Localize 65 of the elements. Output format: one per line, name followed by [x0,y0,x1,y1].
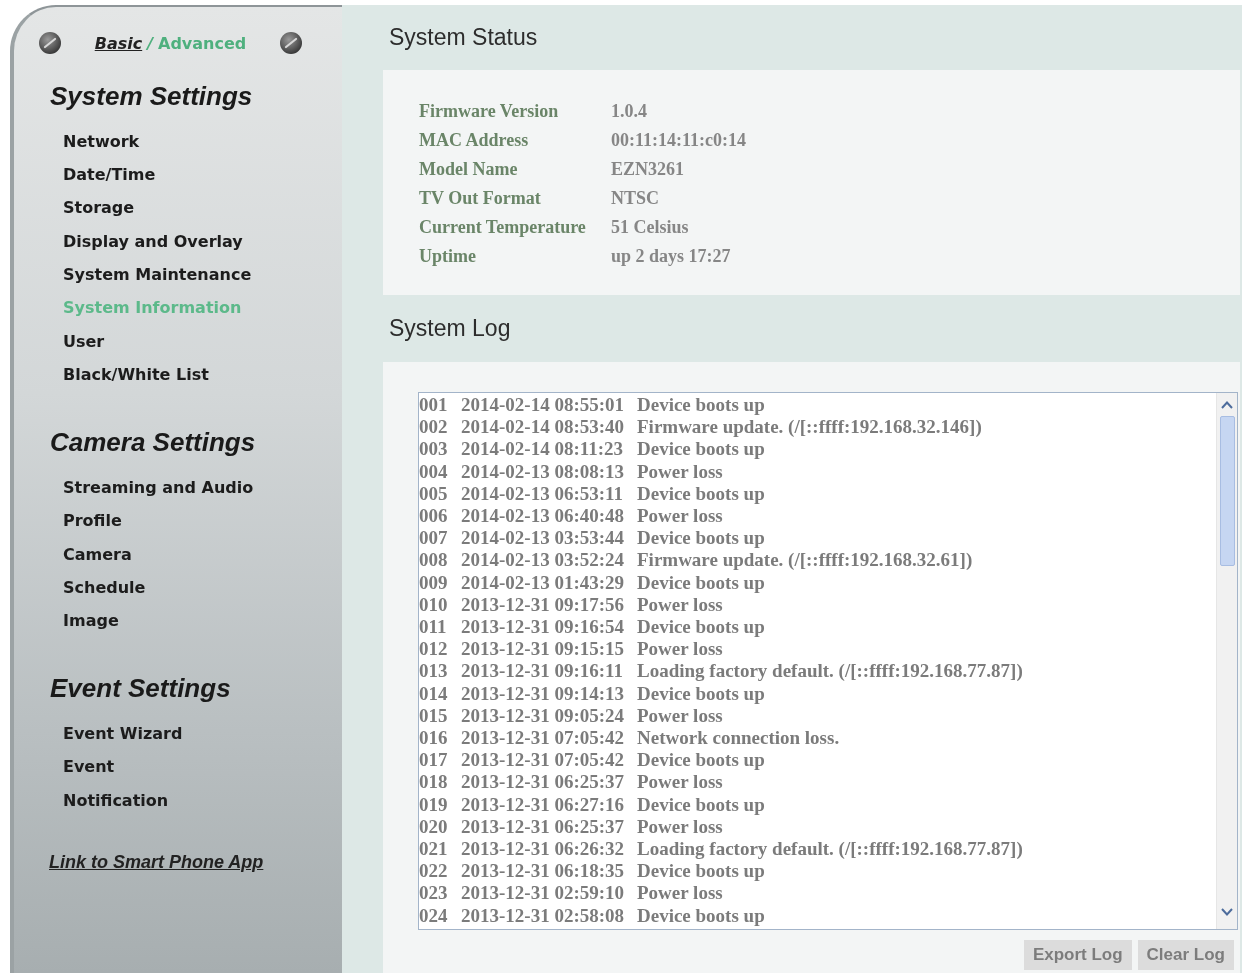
log-entry: 011 2013-12-31 09:16:54 Device boots up [419,616,765,639]
log-entry: 012 2013-12-31 09:15:15 Power loss [419,638,723,661]
sidebar-item[interactable]: Image [63,610,119,633]
field-label: Model Name [419,158,518,180]
mode-separator: / [147,33,154,53]
log-entry: 020 2013-12-31 06:25:37 Power loss [419,815,723,839]
sidebar-item[interactable]: Schedule [63,576,146,599]
field-label: Firmware Version [419,100,559,122]
log-entry: 018 2013-12-31 06:25:37 Power loss [419,771,723,794]
screw-icon [39,32,61,54]
field-label: Current Temperature [419,216,586,238]
log-entry: 013 2013-12-31 09:16:11 Loading factory default. (/[::ffff:192.168.77.87]) [419,660,1023,683]
field-value: up 2 days 17:27 [611,245,731,267]
sidebar-item[interactable]: User [63,330,105,353]
sidebar-item[interactable]: Network [63,130,140,153]
log-entry: 015 2013-12-31 09:05:24 Power loss [419,704,723,728]
sidebar-item[interactable]: Event [63,756,115,779]
log-entry: 003 2014-02-14 08:11:23 Device boots up [419,438,765,461]
sidebar-item[interactable]: Black/White List [63,364,209,387]
sidebar-heading: Camera Settings [50,426,256,459]
chevron-up-icon[interactable] [1221,401,1233,409]
log-entry: 009 2014-02-13 01:43:29 Device boots up [419,571,765,594]
sidebar-item[interactable]: Camera [63,543,132,566]
log-entry: 014 2013-12-31 09:14:13 Device boots up [419,682,765,705]
log-entry: 004 2014-02-13 08:08:13 Power loss [419,460,723,483]
log-entry: 001 2014-02-14 08:55:01 Device boots up [419,394,765,417]
log-entry: 023 2013-12-31 02:59:10 Power loss [419,882,723,905]
sidebar-item[interactable]: Display and Overlay [63,230,243,253]
log-entry: 008 2014-02-13 03:52:24 Firmware update. (/[::ffff:192.168.32.61]) [419,549,973,572]
field-value: NTSC [611,187,659,209]
section-title: System Log [389,315,511,342]
scrollbar[interactable] [1216,393,1237,929]
sidebar-item[interactable]: System Maintenance [63,264,252,287]
sidebar-item[interactable]: Notification [63,789,169,812]
scrollbar-thumb[interactable] [1219,416,1235,566]
sidebar-heading: Event Settings [50,672,231,705]
field-label: TV Out Format [419,187,541,209]
screw-icon [280,32,302,54]
sidebar-item[interactable]: Event Wizard [63,722,183,745]
log-entry: 010 2013-12-31 09:17:56 Power loss [419,593,723,617]
log-entry: 016 2013-12-31 07:05:42 Network connection loss. [419,727,840,750]
sidebar-item[interactable]: Date/Time [63,163,156,186]
sidebar-item[interactable]: Streaming and Audio [63,476,254,499]
sidebar-heading: System Settings [50,80,253,112]
log-entry: 007 2014-02-13 03:53:44 Device boots up [419,527,765,550]
field-label: Uptime [419,245,476,267]
log-entry: 005 2014-02-13 06:53:11 Device boots up [419,482,765,505]
field-value: 00:11:14:11:c0:14 [611,129,746,151]
sidebar-item[interactable]: Profile [63,510,122,533]
log-entry: 019 2013-12-31 06:27:16 Device boots up [419,793,765,816]
section-title: System Status [389,24,538,51]
smart-phone-app-link[interactable]: Link to Smart Phone App [49,849,264,874]
log-entry: 006 2014-02-13 06:40:48 Power loss [419,505,723,528]
field-value: EZN3261 [611,158,684,180]
log-entry: 021 2013-12-31 06:26:32 Loading factory default. (/[::ffff:192.168.77.87]) [419,838,1023,861]
field-value: 51 Celsius [611,216,689,238]
log-entry: 024 2013-12-31 02:58:08 Device boots up [419,904,765,927]
log-entry: 022 2013-12-31 06:18:35 Device boots up [419,860,765,883]
field-label: MAC Address [419,129,529,151]
mode-link[interactable]: Basic [94,33,143,53]
sidebar-item[interactable]: Storage [63,197,135,220]
log-entry: 017 2013-12-31 07:05:42 Device boots up [419,749,765,772]
field-value: 1.0.4 [611,100,647,122]
log-entry: 002 2014-02-14 08:53:40 Firmware update. (/[::ffff:192.168.32.146]) [419,416,982,439]
chevron-down-icon[interactable] [1221,908,1233,916]
